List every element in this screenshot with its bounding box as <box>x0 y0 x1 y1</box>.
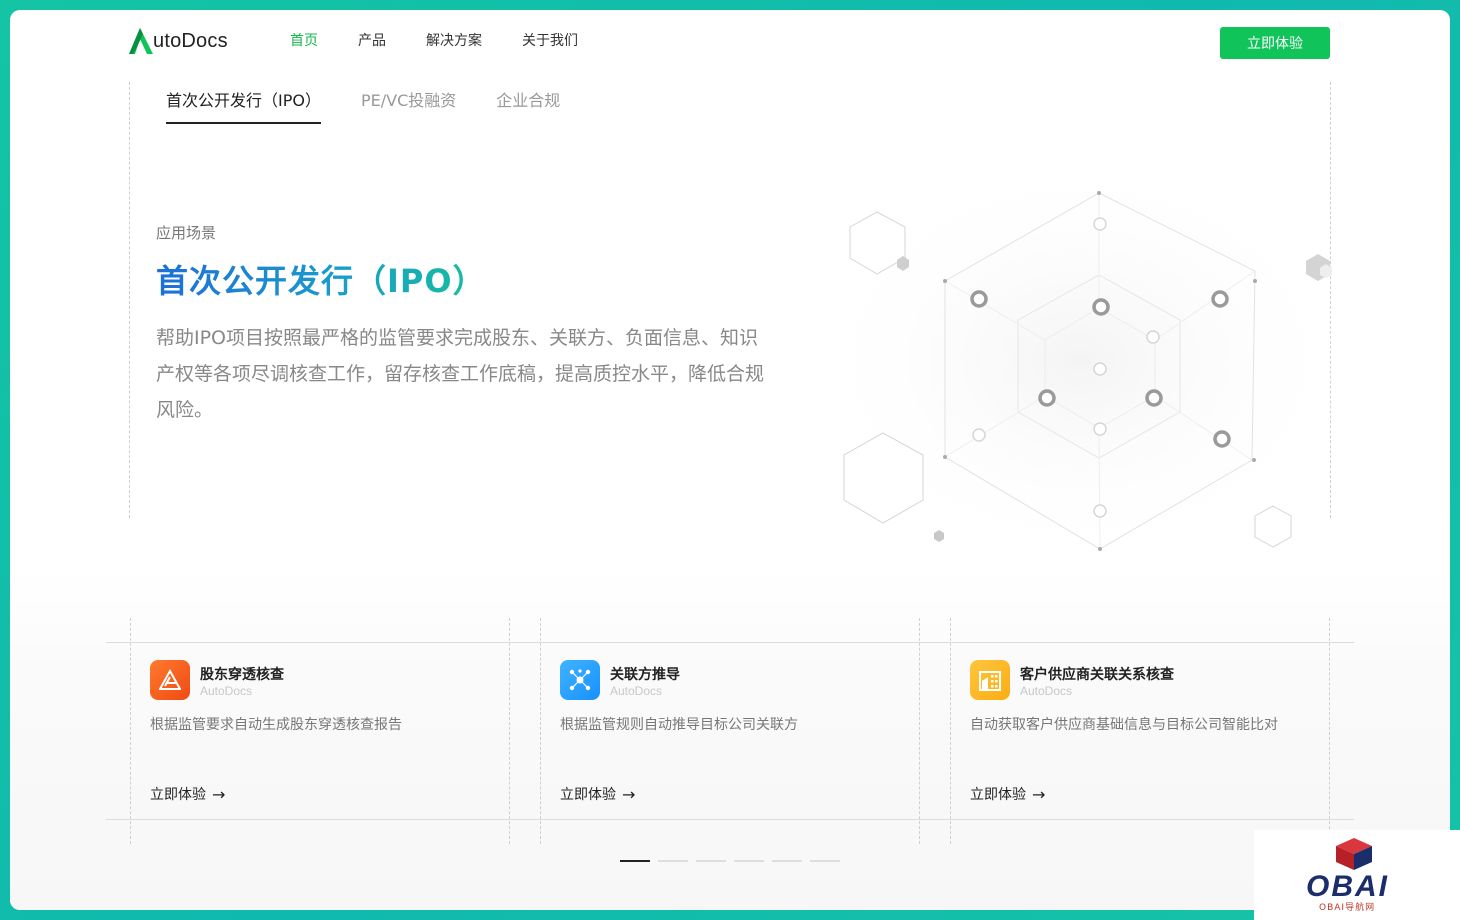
card-title: 关联方推导 <box>610 667 680 683</box>
card-guide <box>1329 618 1330 844</box>
card-try-link[interactable]: 立即体验 → <box>150 784 225 804</box>
related-party-network-icon <box>560 660 600 700</box>
hero-eyebrow: 应用场景 <box>156 224 217 242</box>
hexagon-network-illustration <box>800 150 1360 570</box>
card-guide <box>950 618 951 844</box>
pagination-dot[interactable] <box>696 860 726 862</box>
cube-logo-icon <box>1336 838 1372 870</box>
autodocs-a-logo-icon <box>129 28 153 54</box>
nav-item-products[interactable]: 产品 <box>358 32 386 50</box>
tab-compliance[interactable]: 企业合规 <box>496 90 560 124</box>
pagination-dot[interactable] <box>810 860 840 862</box>
card-guide <box>540 618 541 844</box>
main-nav: 首页 产品 解决方案 关于我们 <box>290 32 618 50</box>
card-link-label: 立即体验 <box>970 787 1026 803</box>
carousel-pagination <box>620 860 840 862</box>
shareholder-penetration-icon <box>150 660 190 700</box>
card-subtitle: AutoDocs <box>610 684 663 698</box>
card-link-label: 立即体验 <box>150 787 206 803</box>
card-try-link[interactable]: 立即体验 → <box>970 784 1045 804</box>
browser-page: utoDocs 首页 产品 解决方案 关于我们 立即体验 首次公开发行（IPO）… <box>10 10 1450 910</box>
cards-top-divider <box>106 642 1354 643</box>
pagination-dot[interactable] <box>620 860 650 862</box>
card-guide <box>919 618 920 844</box>
product-card-related-party: 关联方推导 AutoDocs 根据监管规则自动推导目标公司关联方 立即体验 → <box>560 660 890 820</box>
card-description: 根据监管规则自动推导目标公司关联方 <box>560 717 798 733</box>
hero-description: 帮助IPO项目按照最严格的监管要求完成股东、关联方、负面信息、知识产权等各项尽调… <box>156 327 765 421</box>
card-guide <box>130 618 131 844</box>
card-title: 客户供应商关联关系核查 <box>1020 667 1174 683</box>
building-icon <box>970 660 1010 700</box>
guide-line-left <box>129 82 130 518</box>
product-card-customer-supplier: 客户供应商关联关系核查 AutoDocs 自动获取客户供应商基础信息与目标公司智… <box>970 660 1300 820</box>
scenario-tabs: 首次公开发行（IPO） PE/VC投融资 企业合规 <box>166 90 600 124</box>
watermark-text: OBAI <box>1306 870 1389 903</box>
arrow-right-icon: → <box>212 784 226 804</box>
card-link-label: 立即体验 <box>560 787 616 803</box>
try-now-button[interactable]: 立即体验 <box>1220 27 1330 59</box>
tab-ipo[interactable]: 首次公开发行（IPO） <box>166 90 321 124</box>
arrow-right-icon: → <box>1032 784 1046 804</box>
card-description: 根据监管要求自动生成股东穿透核查报告 <box>150 717 402 733</box>
watermark-subtext: OBAI导航网 <box>1319 903 1376 913</box>
pagination-dot[interactable] <box>734 860 764 862</box>
product-card-shareholder: 股东穿透核查 AutoDocs 根据监管要求自动生成股东穿透核查报告 立即体验 … <box>150 660 480 820</box>
brand-name: utoDocs <box>153 29 228 52</box>
pagination-dot[interactable] <box>658 860 688 862</box>
card-subtitle: AutoDocs <box>1020 684 1073 698</box>
brand-logo[interactable]: utoDocs <box>129 26 228 56</box>
card-try-link[interactable]: 立即体验 → <box>560 784 635 804</box>
hero-title: 首次公开发行（IPO） <box>156 256 486 302</box>
card-guide <box>509 618 510 844</box>
nav-item-solutions[interactable]: 解决方案 <box>426 32 482 50</box>
nav-item-home[interactable]: 首页 <box>290 32 318 50</box>
nav-item-about[interactable]: 关于我们 <box>522 32 578 50</box>
arrow-right-icon: → <box>622 784 636 804</box>
card-title: 股东穿透核查 <box>200 667 284 683</box>
pagination-dot[interactable] <box>772 860 802 862</box>
card-description: 自动获取客户供应商基础信息与目标公司智能比对 <box>970 717 1278 733</box>
tab-pe-vc[interactable]: PE/VC投融资 <box>361 90 456 124</box>
watermark-logo: OBAI OBAI导航网 <box>1254 830 1460 920</box>
card-subtitle: AutoDocs <box>200 684 253 698</box>
